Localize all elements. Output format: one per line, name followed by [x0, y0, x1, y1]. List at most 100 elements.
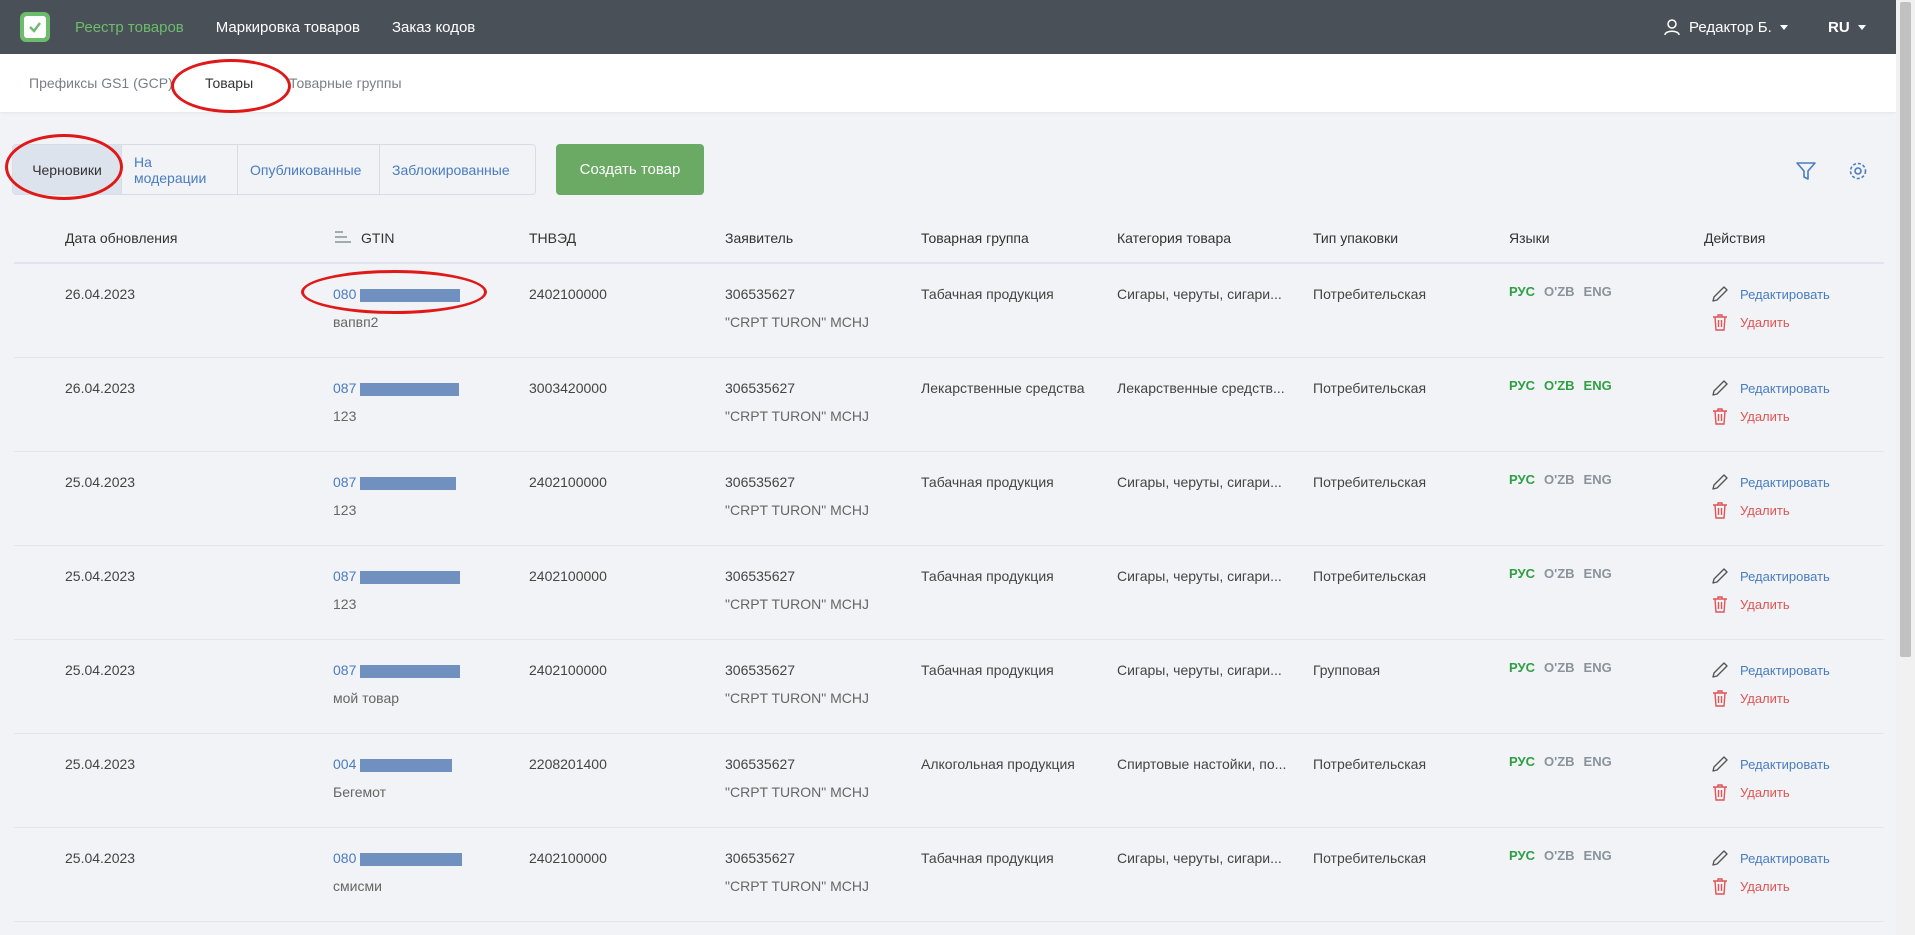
language-tag: РУС [1509, 284, 1535, 299]
language-menu[interactable]: RU [1828, 0, 1866, 54]
cell-languages: РУС O'ZB ENG [1509, 378, 1612, 393]
delete-button[interactable]: Удалить [1710, 688, 1790, 708]
cell-gtin-link[interactable]: 087 [333, 380, 356, 396]
user-name: Редактор Б. [1689, 18, 1772, 36]
cell-package-type: Потребительская [1313, 568, 1427, 584]
header-package-type[interactable]: Тип упаковки [1313, 230, 1398, 246]
tab-products[interactable]: Товары [205, 75, 253, 91]
app-logo-icon[interactable] [20, 12, 50, 42]
redaction-mask [360, 759, 452, 772]
language-tag: РУС [1509, 660, 1535, 675]
cell-gtin-link[interactable]: 087 [333, 474, 356, 490]
edit-button[interactable]: Редактировать [1710, 848, 1830, 868]
create-product-button[interactable]: Создать товар [556, 144, 704, 195]
cell-applicant-id: 306535627 [725, 568, 796, 584]
user-menu[interactable]: Редактор Б. [1663, 0, 1788, 54]
tab-product-groups[interactable]: Товарные группы [289, 75, 402, 91]
trash-icon [1713, 502, 1727, 519]
cell-category: Сигары, черуты, сигари... [1117, 474, 1282, 490]
delete-button[interactable]: Удалить [1710, 312, 1790, 332]
top-nav: Реестр товаров Маркировка товаров Заказ … [75, 0, 475, 54]
delete-button[interactable]: Удалить [1710, 500, 1790, 520]
pencil-icon [1712, 380, 1728, 396]
trash-icon [1713, 596, 1727, 613]
delete-button[interactable]: Удалить [1710, 594, 1790, 614]
header-product-group[interactable]: Товарная группа [921, 230, 1029, 246]
cell-product-group: Табачная продукция [921, 286, 1054, 302]
status-blocked[interactable]: Заблокированные [379, 145, 535, 194]
language-tag: РУС [1509, 848, 1535, 863]
cell-languages: РУС O'ZB ENG [1509, 660, 1612, 675]
edit-button[interactable]: Редактировать [1710, 660, 1830, 680]
header-category[interactable]: Категория товара [1117, 230, 1231, 246]
cell-tnved: 3003420000 [529, 380, 607, 396]
cell-applicant-id: 306535627 [725, 850, 796, 866]
cell-product-group: Табачная продукция [921, 568, 1054, 584]
cell-product-name: 123 [333, 502, 357, 518]
delete-label: Удалить [1740, 502, 1790, 518]
cell-applicant-name: "CRPT TURON" MCHJ [725, 596, 869, 612]
edit-button[interactable]: Редактировать [1710, 566, 1830, 586]
cell-gtin-link[interactable]: 004 [333, 756, 356, 772]
edit-label: Редактировать [1740, 474, 1830, 490]
language-tag: ENG [1583, 378, 1612, 393]
cell-product-name: 123 [333, 408, 357, 424]
header-applicant[interactable]: Заявитель [725, 230, 793, 246]
trash-icon [1713, 314, 1727, 331]
nav-marking[interactable]: Маркировка товаров [216, 19, 360, 36]
edit-button[interactable]: Редактировать [1710, 472, 1830, 492]
cell-tnved: 2402100000 [529, 286, 607, 302]
language-tag: РУС [1509, 378, 1535, 393]
cell-gtin-link[interactable]: 080 [333, 286, 356, 302]
status-moderation[interactable]: На модерации [121, 145, 237, 194]
nav-code-order[interactable]: Заказ кодов [392, 19, 475, 36]
edit-button[interactable]: Редактировать [1710, 284, 1830, 304]
trash-icon [1713, 784, 1727, 801]
filter-icon[interactable] [1795, 160, 1817, 182]
header-date[interactable]: Дата обновления [65, 230, 177, 246]
language-tag: РУС [1509, 754, 1535, 769]
cell-gtin-link[interactable]: 087 [333, 662, 356, 678]
settings-gear-icon[interactable] [1847, 160, 1869, 182]
delete-label: Удалить [1740, 408, 1790, 424]
cell-languages: РУС O'ZB ENG [1509, 754, 1612, 769]
edit-button[interactable]: Редактировать [1710, 754, 1830, 774]
language-tag: РУС [1509, 472, 1535, 487]
status-published[interactable]: Опубликованные [237, 145, 379, 194]
cell-gtin-link[interactable]: 080 [333, 850, 356, 866]
language-tag: O'ZB [1543, 378, 1575, 393]
cell-languages: РУС O'ZB ENG [1509, 848, 1612, 863]
trash-icon [1713, 408, 1727, 425]
language-tag: ENG [1583, 284, 1612, 299]
language-tag: O'ZB [1543, 660, 1575, 675]
cell-gtin-link[interactable]: 087 [333, 568, 356, 584]
tab-gs1-prefixes[interactable]: Префиксы GS1 (GCP) [29, 75, 173, 91]
table-row: 25.04.2023 004 Бегемот 2208201400 306535… [14, 734, 1884, 828]
language-tag: O'ZB [1543, 472, 1575, 487]
cell-product-group: Табачная продукция [921, 662, 1054, 678]
nav-registry[interactable]: Реестр товаров [75, 19, 184, 36]
delete-label: Удалить [1740, 784, 1790, 800]
edit-label: Редактировать [1740, 850, 1830, 866]
pencil-icon [1712, 850, 1728, 866]
cell-product-group: Табачная продукция [921, 850, 1054, 866]
edit-button[interactable]: Редактировать [1710, 378, 1830, 398]
cell-applicant-name: "CRPT TURON" MCHJ [725, 314, 869, 330]
scrollbar[interactable] [1896, 0, 1915, 935]
cell-product-name: 123 [333, 596, 357, 612]
delete-button[interactable]: Удалить [1710, 876, 1790, 896]
cell-applicant-name: "CRPT TURON" MCHJ [725, 408, 869, 424]
status-drafts[interactable]: Черновики [13, 145, 121, 194]
cell-package-type: Потребительская [1313, 850, 1427, 866]
sort-icon[interactable] [334, 229, 352, 248]
redaction-mask [360, 477, 456, 490]
delete-button[interactable]: Удалить [1710, 782, 1790, 802]
header-tnved[interactable]: ТНВЭД [529, 230, 576, 246]
scrollbar-thumb[interactable] [1900, 2, 1911, 657]
delete-button[interactable]: Удалить [1710, 406, 1790, 426]
cell-applicant-name: "CRPT TURON" MCHJ [725, 878, 869, 894]
chevron-down-icon [1857, 24, 1866, 30]
header-gtin[interactable]: GTIN [361, 230, 394, 246]
cell-applicant-id: 306535627 [725, 380, 796, 396]
language-tag: ENG [1583, 848, 1612, 863]
